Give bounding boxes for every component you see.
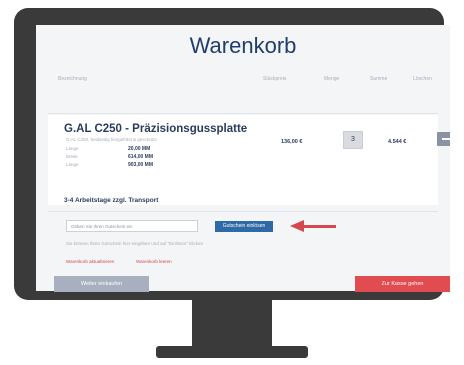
refresh-cart-link[interactable]: Warenkorb aktualisieren (66, 259, 114, 264)
item-description: G.AL C250, beidseitig feingefräst & gesc… (66, 137, 157, 142)
divider (48, 113, 438, 114)
item-length2-value: 903,00 MM (128, 162, 154, 168)
arrow-shaft (302, 225, 336, 228)
page-title: Warenkorb (189, 33, 297, 58)
unit-price: 136,00 € (281, 139, 303, 145)
header-designation: Bezeichnung (58, 76, 87, 82)
header-delete: Löschen (413, 76, 432, 82)
item-length2-label: Länge (66, 162, 79, 167)
item-width-value: 614,00 MM (128, 154, 154, 160)
divider (48, 211, 438, 212)
delete-item-button[interactable] (437, 132, 450, 146)
redeem-voucher-button[interactable]: Gutschein einlösen (215, 221, 273, 232)
header-quantity: Menge (324, 76, 340, 82)
item-width-label: Breite (66, 154, 78, 159)
monitor-stand-base (156, 346, 308, 358)
monitor-stand-neck (192, 298, 272, 348)
clear-cart-link[interactable]: Warenkorb leeren (136, 259, 172, 264)
screen: Warenkorb Bezeichnung Stückpreis Menge S… (36, 25, 450, 291)
delivery-time: 3-4 Arbeitstage zzgl. Transport (64, 197, 159, 204)
cart-table-header: Bezeichnung Stückpreis Menge Summe Lösch… (48, 71, 438, 85)
line-total: 4.544 € (388, 139, 407, 145)
product-title: G.AL C250 - Präzisionsgussplatte (64, 123, 248, 135)
checkout-button[interactable]: Zur Kasse gehen (355, 276, 450, 292)
header-unit-price: Stückpreis (263, 76, 287, 82)
continue-shopping-button[interactable]: Weiter einkaufen (54, 276, 149, 292)
monitor: Warenkorb Bezeichnung Stückpreis Menge S… (14, 8, 450, 300)
voucher-input[interactable]: Geben Sie Ihren Gutschein ein (66, 220, 198, 232)
item-length-value: 20,00 MM (128, 146, 151, 152)
item-length-label: Länge (66, 146, 79, 151)
voucher-hint: Sie können Ihren Gutschein hier eingeben… (66, 241, 204, 246)
quantity-field[interactable]: 3 (343, 131, 363, 149)
minus-icon (442, 138, 450, 140)
header-total: Summe (370, 76, 388, 82)
